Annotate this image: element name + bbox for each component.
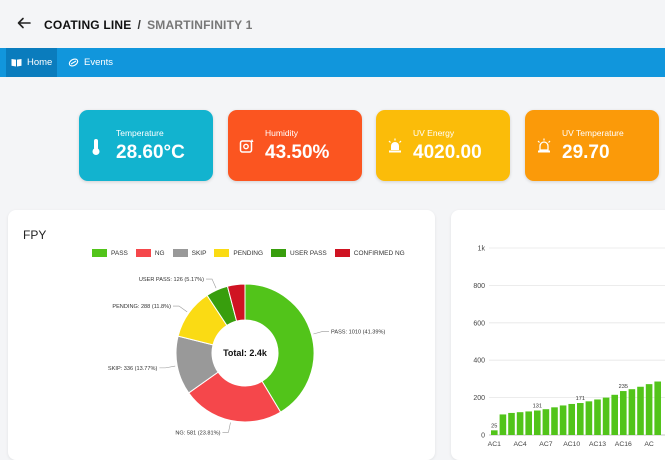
- legend-swatch: [172, 249, 188, 257]
- legend-item-user-pass[interactable]: USER PASS: [271, 249, 327, 257]
- x-tick-label: AC4: [513, 441, 526, 448]
- x-tick-label: AC16: [615, 441, 632, 448]
- tab-events-label: Events: [84, 57, 114, 68]
- bar[interactable]: [525, 411, 532, 435]
- uv-energy-value: 4020.00: [413, 142, 482, 163]
- bar[interactable]: [594, 399, 601, 435]
- legend-label: PENDING: [233, 249, 264, 257]
- bar[interactable]: [637, 386, 644, 435]
- legend-label: NG: [154, 249, 165, 257]
- bar[interactable]: [508, 412, 515, 435]
- legend-swatch: [214, 249, 230, 257]
- bar-chart: 0 200 400 600 800 1k 25 131 171 235 AC1 AC4 AC7 AC10 A…: [473, 246, 665, 448]
- x-tick-label: AC1: [488, 441, 501, 448]
- donut-label-line: [173, 305, 188, 313]
- book-icon: [11, 59, 22, 67]
- bar[interactable]: [602, 397, 610, 435]
- bar-data-label: 131: [533, 404, 542, 410]
- bar[interactable]: [534, 410, 541, 435]
- donut-data-label: NG: 581 (23.81%): [175, 430, 220, 436]
- thermometer-icon: [92, 139, 100, 155]
- uv-energy-label: UV Energy: [413, 128, 455, 138]
- bar[interactable]: [585, 401, 593, 435]
- bar[interactable]: [611, 394, 618, 435]
- uv-temperature-card: UV Temperature 29.70: [525, 110, 659, 181]
- bar[interactable]: [491, 430, 498, 435]
- legend-label: CONFIRMED NG: [353, 249, 405, 257]
- bar[interactable]: [645, 384, 653, 435]
- x-tick-label: AC: [644, 441, 654, 448]
- bar[interactable]: [620, 391, 627, 435]
- legend-swatch: [334, 249, 350, 257]
- bar[interactable]: [551, 407, 558, 435]
- humidity-icon: [239, 139, 254, 153]
- x-tick-label: AC13: [589, 441, 606, 448]
- bar[interactable]: [577, 403, 584, 435]
- donut-label-line: [159, 365, 176, 369]
- humidity-label: Humidity: [265, 128, 299, 138]
- breadcrumb-separator: /: [137, 18, 142, 32]
- donut-label-line: [313, 331, 330, 335]
- legend-item-skip[interactable]: SKIP: [172, 249, 207, 257]
- nav-bar: Home Events: [0, 48, 665, 77]
- x-tick-label: AC10: [563, 441, 580, 448]
- legend-swatch: [92, 249, 107, 257]
- legend-label: SKIP: [191, 249, 207, 257]
- y-tick-label: 600: [473, 320, 485, 327]
- bar[interactable]: [628, 389, 636, 435]
- tab-home-label: Home: [27, 57, 53, 68]
- bar-data-label: 171: [576, 396, 585, 402]
- legend-item-pass[interactable]: PASS: [92, 249, 128, 257]
- donut-center-total: Total: 2.4k: [223, 348, 268, 358]
- legend-item-pending[interactable]: PENDING: [214, 249, 263, 257]
- uv-temperature-value: 29.70: [562, 142, 610, 163]
- humidity-card: Humidity 43.50%: [228, 110, 362, 181]
- bar[interactable]: [568, 403, 575, 435]
- bar[interactable]: [499, 414, 507, 435]
- uv-energy-card: UV Energy 4020.00: [376, 110, 510, 181]
- donut-data-label: USER PASS: 126 (5.17%): [139, 277, 204, 283]
- page-subtitle[interactable]: SMARTINFINITY 1: [147, 18, 252, 32]
- uv-temp-icon: [537, 138, 551, 153]
- legend-item-confirmed-ng[interactable]: CONFIRMED NG: [334, 249, 405, 257]
- donut-label-line: [206, 278, 217, 289]
- x-tick-label: AC7: [539, 441, 552, 448]
- legend-label: USER PASS: [290, 249, 327, 257]
- tab-events[interactable]: Events: [68, 48, 113, 77]
- bar[interactable]: [654, 381, 661, 435]
- link-icon: [68, 58, 79, 67]
- bar[interactable]: [516, 412, 524, 435]
- donut-label-line: [222, 422, 231, 433]
- uv-temperature-label: UV Temperature: [562, 128, 624, 138]
- donut-data-label: PENDING: 288 (11.8%): [112, 304, 171, 310]
- y-tick-label: 1k: [478, 246, 486, 253]
- temperature-label: Temperature: [116, 128, 164, 138]
- y-tick-label: 200: [473, 395, 485, 402]
- legend-swatch: [271, 249, 287, 257]
- fpy-legend: PASS NG SKIP PENDING USER PASS CONFIRMED…: [92, 249, 413, 257]
- temperature-card: Temperature 28.60°C: [79, 110, 213, 181]
- y-tick-label: 400: [473, 358, 485, 365]
- breadcrumb: COATING LINE / SMARTINFINITY 1: [44, 18, 253, 32]
- humidity-value: 43.50%: [265, 142, 330, 163]
- legend-item-ng[interactable]: NG: [135, 249, 165, 257]
- back-arrow-icon[interactable]: [16, 15, 32, 31]
- tab-home[interactable]: Home: [6, 48, 58, 77]
- bar-data-label: 235: [619, 384, 628, 390]
- legend-swatch: [135, 249, 151, 257]
- temperature-value: 28.60°C: [116, 142, 185, 163]
- donut-data-label: PASS: 1010 (41.39%): [331, 329, 385, 335]
- uv-lamp-icon: [388, 138, 402, 153]
- page-title: COATING LINE: [44, 18, 132, 32]
- fpy-donut-chart: PASS: 1010 (41.39%) NG: 581 (23.81%) SKIP:…: [108, 277, 386, 436]
- top-bar: COATING LINE / SMARTINFINITY 1: [0, 0, 665, 48]
- donut-data-label: SKIP: 336 (13.77%): [108, 366, 158, 372]
- legend-label: PASS: [111, 249, 128, 257]
- bar[interactable]: [542, 409, 550, 435]
- bar[interactable]: [559, 405, 567, 435]
- y-tick-label: 800: [473, 283, 485, 290]
- bar-data-label: 25: [491, 423, 497, 429]
- fpy-title: FPY: [23, 228, 47, 242]
- y-tick-label: 0: [481, 433, 485, 440]
